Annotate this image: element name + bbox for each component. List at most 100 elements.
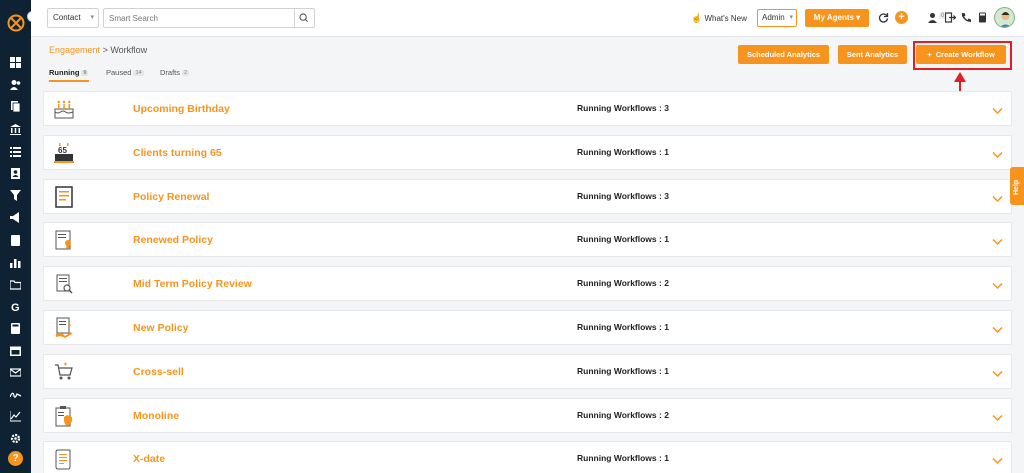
- app-logo-icon[interactable]: [7, 14, 25, 32]
- add-icon[interactable]: +: [895, 11, 908, 24]
- workflow-name[interactable]: Upcoming Birthday: [133, 103, 230, 115]
- bank-icon[interactable]: [10, 124, 21, 135]
- workflow-row[interactable]: Monoline Running Workflows : 2: [43, 398, 1012, 433]
- chevron-down-icon[interactable]: [992, 102, 1003, 115]
- phone-icon[interactable]: [961, 12, 972, 23]
- search-icon: [299, 13, 308, 22]
- scroll-search-icon: [53, 273, 75, 295]
- workflow-name[interactable]: X-date: [133, 453, 165, 465]
- running-workflows-count: Running Workflows : 2: [577, 278, 669, 288]
- workflow-name[interactable]: New Policy: [133, 322, 188, 334]
- whats-new-label: What's New: [704, 14, 747, 23]
- running-workflows-count: Running Workflows : 1: [577, 147, 669, 157]
- bar-chart-icon[interactable]: [10, 257, 21, 268]
- workflow-row[interactable]: X-date Running Workflows : 1: [43, 441, 1012, 473]
- workflow-row[interactable]: Policy Renewal Running Workflows : 3: [43, 179, 1012, 214]
- calculator-alt-icon[interactable]: [10, 323, 21, 334]
- running-workflows-count: Running Workflows : 1: [577, 322, 669, 332]
- workflow-name[interactable]: Cross-sell: [133, 366, 184, 378]
- workflow-row[interactable]: New Policy Running Workflows : 1: [43, 310, 1012, 345]
- running-workflows-count: Running Workflows : 1: [577, 366, 669, 376]
- workflow-row[interactable]: Mid Term Policy Review Running Workflows …: [43, 266, 1012, 301]
- user-icon[interactable]: [927, 12, 938, 23]
- calculator-icon[interactable]: [977, 12, 988, 23]
- chevron-down-icon: ▾: [90, 14, 94, 21]
- calculator-icon[interactable]: [10, 235, 21, 246]
- role-value: Admin: [762, 13, 785, 22]
- running-workflows-count: Running Workflows : 1: [577, 453, 669, 463]
- top-bar: Contact ▾ ☝ What's New Admin ▾ My Agents…: [31, 0, 1024, 37]
- chevron-down-icon[interactable]: [992, 277, 1003, 290]
- workflow-name[interactable]: Renewed Policy: [133, 234, 213, 246]
- logout-icon[interactable]: [945, 12, 956, 23]
- chevron-down-icon[interactable]: [992, 146, 1003, 159]
- avatar[interactable]: [994, 7, 1015, 28]
- documents-icon[interactable]: [10, 101, 21, 112]
- chevron-down-icon[interactable]: [992, 190, 1003, 203]
- mail-icon[interactable]: [10, 367, 21, 378]
- funnel-icon[interactable]: [10, 190, 21, 201]
- chevron-down-icon[interactable]: [992, 409, 1003, 422]
- workflow-row[interactable]: 65 Clients turning 65 Running Workflows : …: [43, 135, 1012, 170]
- folder-icon[interactable]: [10, 279, 21, 290]
- tab-label: Running: [49, 68, 80, 77]
- clipboard-shield-icon: [53, 405, 75, 427]
- document-icon: [53, 186, 75, 208]
- list-icon[interactable]: [10, 146, 21, 157]
- workflow-name[interactable]: Clients turning 65: [133, 147, 222, 159]
- tab-label: Drafts: [160, 68, 181, 77]
- smart-search-input[interactable]: [103, 8, 295, 28]
- workflow-row[interactable]: Cross-sell Running Workflows : 1: [43, 354, 1012, 389]
- running-workflows-count: Running Workflows : 3: [577, 103, 669, 113]
- new-document-icon: [53, 317, 75, 339]
- role-select[interactable]: Admin ▾: [757, 9, 797, 27]
- tab-label: Paused: [106, 68, 132, 77]
- breadcrumb-separator: >: [102, 45, 108, 55]
- birthday-cake-icon: [53, 98, 75, 120]
- cart-icon: [53, 361, 75, 383]
- my-agents-button[interactable]: My Agents ▾: [805, 9, 869, 27]
- chevron-down-icon[interactable]: [992, 452, 1003, 465]
- help-tab-label: Help: [1013, 179, 1020, 195]
- running-workflows-count: Running Workflows : 2: [577, 410, 669, 420]
- my-agents-label: My Agents: [813, 13, 854, 22]
- workflow-row[interactable]: Renewed Policy Running Workflows : 1: [43, 222, 1012, 257]
- calendar-icon[interactable]: [10, 345, 21, 356]
- search-button[interactable]: [295, 8, 315, 28]
- breadcrumb-engagement-link[interactable]: Engagement: [49, 45, 100, 55]
- workflow-name[interactable]: Monoline: [133, 410, 179, 422]
- whats-new-link[interactable]: ☝ What's New: [691, 13, 747, 24]
- running-workflows-count: Running Workflows : 1: [577, 234, 669, 244]
- tab-drafts[interactable]: Drafts 2: [160, 68, 190, 77]
- settings-gear-icon[interactable]: [10, 433, 21, 444]
- workflow-row[interactable]: Upcoming Birthday Running Workflows : 3: [43, 91, 1012, 126]
- running-workflows-count: Running Workflows : 3: [577, 191, 669, 201]
- tab-count-badge: 14: [133, 70, 144, 77]
- chevron-down-icon[interactable]: [992, 321, 1003, 334]
- contact-card-icon[interactable]: [10, 168, 21, 179]
- chevron-down-icon[interactable]: [992, 365, 1003, 378]
- contact-type-select[interactable]: Contact ▾: [47, 8, 99, 28]
- scroll-icon: [53, 448, 75, 470]
- megaphone-icon[interactable]: [10, 212, 21, 223]
- help-tab[interactable]: Help: [1010, 167, 1024, 205]
- active-tab-indicator: [49, 80, 89, 82]
- scheduled-analytics-button[interactable]: Scheduled Analytics: [738, 45, 829, 64]
- refresh-icon[interactable]: [878, 12, 889, 23]
- workflow-name[interactable]: Mid Term Policy Review: [133, 278, 252, 290]
- tab-paused[interactable]: Paused 14: [106, 68, 144, 77]
- workflow-name[interactable]: Policy Renewal: [133, 191, 209, 203]
- dashboard-icon[interactable]: [10, 57, 21, 68]
- svg-text:65: 65: [58, 146, 67, 155]
- cake-65-icon: 65: [53, 142, 75, 164]
- help-question-icon[interactable]: ?: [8, 451, 23, 466]
- tab-running[interactable]: Running 9: [49, 68, 89, 77]
- contacts-icon[interactable]: [10, 79, 21, 90]
- line-chart-icon[interactable]: [10, 411, 21, 422]
- google-icon[interactable]: G: [10, 301, 21, 312]
- tab-count-badge: 2: [182, 70, 190, 77]
- sent-analytics-button[interactable]: Sent Analytics: [838, 45, 907, 64]
- chevron-down-icon[interactable]: [992, 233, 1003, 246]
- pointing-hand-icon: ☝: [691, 13, 703, 23]
- signature-icon[interactable]: [10, 389, 21, 400]
